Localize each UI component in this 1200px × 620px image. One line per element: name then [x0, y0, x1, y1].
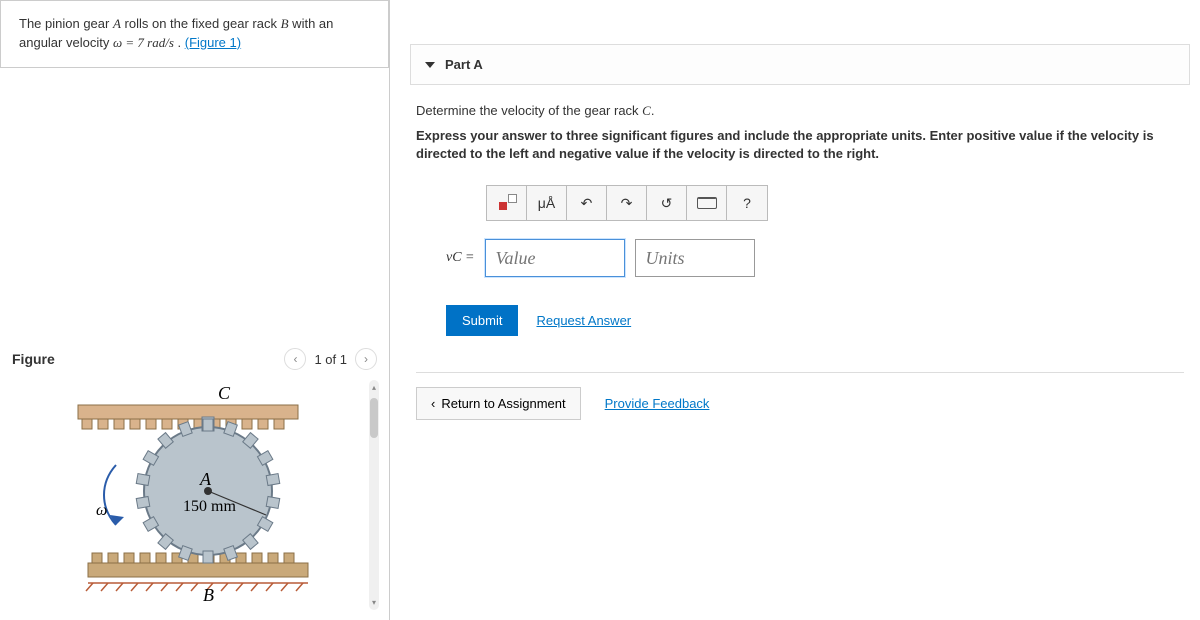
figure-diagram: C B	[10, 380, 365, 610]
figure-count: 1 of 1	[314, 352, 347, 367]
problem-statement: The pinion gear A rolls on the fixed gea…	[0, 0, 389, 68]
prompt-text: The pinion gear	[19, 16, 113, 31]
part-label: Part A	[445, 57, 483, 72]
keyboard-icon	[697, 197, 717, 209]
answer-variable-label: vC =	[446, 250, 475, 266]
label-b: B	[203, 585, 214, 605]
label-a: A	[199, 469, 212, 489]
template-picker-button[interactable]	[487, 186, 527, 220]
scroll-up-icon: ▴	[372, 383, 376, 392]
omega-expression: ω = 7 rad/s	[113, 35, 174, 50]
units-input[interactable]	[635, 239, 755, 277]
radius-label: 150 mm	[183, 498, 236, 515]
figure-prev-button[interactable]: ‹	[284, 348, 306, 370]
var-a: A	[113, 16, 121, 31]
answer-toolbar: μÅ ↶ ↷ ↺ ?	[486, 185, 768, 221]
var-b: B	[281, 16, 289, 31]
omega-label: ω	[96, 502, 107, 519]
figure-next-button[interactable]: ›	[355, 348, 377, 370]
submit-button[interactable]: Submit	[446, 305, 518, 336]
help-button[interactable]: ?	[727, 186, 767, 220]
request-answer-link[interactable]: Request Answer	[536, 313, 631, 328]
template-icon	[497, 194, 517, 212]
return-to-assignment-button[interactable]: ‹ Return to Assignment	[416, 387, 581, 420]
keyboard-button[interactable]	[687, 186, 727, 220]
chevron-left-icon: ‹	[431, 396, 435, 411]
figure-title: Figure	[12, 351, 55, 367]
reset-button[interactable]: ↺	[647, 186, 687, 220]
label-c: C	[218, 385, 231, 403]
prompt-text: .	[174, 35, 185, 50]
prompt-text: rolls on the fixed gear rack	[121, 16, 281, 31]
undo-button[interactable]: ↶	[567, 186, 607, 220]
part-header[interactable]: Part A	[410, 44, 1190, 85]
return-label: Return to Assignment	[441, 396, 565, 411]
figure-scrollbar[interactable]: ▴ ▾	[369, 380, 379, 610]
provide-feedback-link[interactable]: Provide Feedback	[605, 396, 710, 411]
question-text: Determine the velocity of the gear rack …	[416, 103, 1184, 119]
answer-instructions: Express your answer to three significant…	[416, 127, 1184, 163]
scroll-down-icon: ▾	[372, 598, 376, 607]
value-input[interactable]	[485, 239, 625, 277]
scroll-thumb[interactable]	[370, 398, 378, 438]
figure-link[interactable]: (Figure 1)	[185, 35, 241, 50]
redo-button[interactable]: ↷	[607, 186, 647, 220]
units-symbol-button[interactable]: μÅ	[527, 186, 567, 220]
caret-down-icon	[425, 62, 435, 68]
